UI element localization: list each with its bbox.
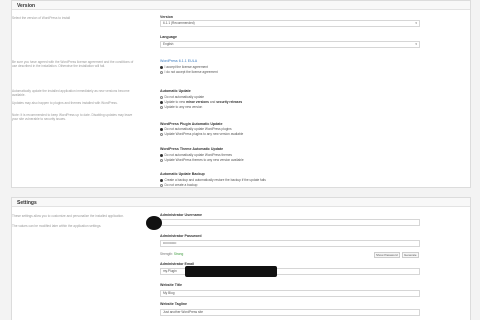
website-title-label: Website Title bbox=[160, 283, 183, 287]
version-label: Version bbox=[160, 15, 173, 19]
language-select[interactable]: English ▾ bbox=[160, 41, 420, 48]
auto-update-option-none-label: Do not automatically update bbox=[164, 95, 205, 99]
admin-username-label: Administrator Username bbox=[160, 213, 202, 217]
language-select-value: English bbox=[163, 42, 174, 46]
show-password-button[interactable]: Show Password bbox=[374, 252, 400, 258]
version-description: Select the version of WordPress to insta… bbox=[12, 16, 71, 20]
auto-update-description-2: Updates may also happen to plugins and t… bbox=[12, 101, 118, 105]
generate-password-button[interactable]: Generate bbox=[402, 252, 419, 258]
radio-icon[interactable] bbox=[160, 70, 163, 74]
radio-icon[interactable] bbox=[160, 132, 163, 136]
password-strength-label: Strength: bbox=[160, 252, 173, 256]
admin-email-prefix: my.Plugin bbox=[163, 269, 177, 273]
radio-icon[interactable] bbox=[160, 183, 163, 187]
backup-label: Automatic Update Backup bbox=[160, 172, 205, 176]
website-title-value: My Blog bbox=[163, 291, 175, 295]
auto-update-option-none[interactable]: Do not automatically update bbox=[160, 95, 204, 99]
admin-password-label: Administrator Password bbox=[160, 234, 202, 238]
radio-icon[interactable] bbox=[160, 158, 163, 162]
password-strength: Strength: Strong bbox=[160, 252, 183, 256]
plugin-update-label: WordPress Plugin Automatic Update bbox=[160, 122, 223, 126]
auto-update-option-minor-a: Update to new bbox=[164, 100, 186, 104]
auto-update-label: Automatic Update bbox=[160, 89, 191, 93]
theme-update-label: WordPress Theme Automatic Update bbox=[160, 147, 224, 151]
auto-update-option-any-label: Update to any new version bbox=[164, 105, 203, 109]
backup-option-none-label: Do not create a backup bbox=[164, 183, 198, 187]
radio-icon[interactable] bbox=[160, 127, 163, 131]
redacted-username bbox=[146, 216, 162, 230]
license-description: Be sure you have agreed with the WordPre… bbox=[12, 60, 134, 69]
backup-option-none[interactable]: Do not create a backup bbox=[160, 183, 197, 187]
settings-description-2: The values can be modified later within … bbox=[12, 224, 102, 228]
backup-option-create-label: Create a backup and automatically restor… bbox=[164, 178, 266, 182]
radio-icon[interactable] bbox=[160, 153, 163, 157]
version-section-title: Version bbox=[17, 3, 36, 9]
admin-username-input[interactable] bbox=[160, 219, 420, 226]
radio-icon[interactable] bbox=[160, 105, 163, 109]
license-accept-label: I accept the license agreement bbox=[164, 65, 208, 69]
license-accept-option[interactable]: I accept the license agreement bbox=[160, 65, 208, 69]
plugin-update-option-none[interactable]: Do not automatically update WordPress pl… bbox=[160, 127, 232, 131]
auto-update-option-minor[interactable]: Update to new minor versions and securit… bbox=[160, 100, 243, 104]
chevron-down-icon: ▾ bbox=[415, 42, 417, 46]
password-strength-value: Strong bbox=[173, 252, 184, 256]
website-tagline-input[interactable]: Just another WordPress site bbox=[160, 309, 420, 316]
license-decline-label: I do not accept the license agreement bbox=[164, 70, 218, 74]
license-decline-option[interactable]: I do not accept the license agreement bbox=[160, 70, 218, 74]
plugin-update-option-any[interactable]: Update WordPress plugins to any new vers… bbox=[160, 132, 243, 136]
auto-update-option-any[interactable]: Update to any new version bbox=[160, 105, 202, 109]
radio-icon[interactable] bbox=[160, 95, 163, 99]
radio-icon[interactable] bbox=[160, 100, 163, 104]
auto-update-option-minor-c: and bbox=[209, 100, 216, 104]
auto-update-option-minor-d: security releases bbox=[216, 100, 243, 104]
theme-update-option-any-label: Update WordPress themes to any new versi… bbox=[164, 158, 244, 162]
theme-update-option-any[interactable]: Update WordPress themes to any new versi… bbox=[160, 158, 244, 162]
redacted-email bbox=[185, 266, 277, 277]
website-tagline-value: Just another WordPress site bbox=[163, 310, 203, 314]
theme-update-option-none[interactable]: Do not automatically update WordPress th… bbox=[160, 153, 232, 157]
backup-option-create[interactable]: Create a backup and automatically restor… bbox=[160, 178, 266, 182]
admin-password-value: •••••••••••• bbox=[163, 241, 177, 245]
auto-update-description-1: Automatically update the installed appli… bbox=[12, 89, 130, 98]
settings-description-1: These settings allow you to customize an… bbox=[12, 214, 124, 218]
radio-icon[interactable] bbox=[160, 65, 163, 69]
plugin-update-option-none-label: Do not automatically update WordPress pl… bbox=[164, 127, 232, 131]
version-panel-header: Version bbox=[12, 1, 470, 10]
settings-panel-header: Settings bbox=[12, 198, 470, 207]
plugin-update-option-any-label: Update WordPress plugins to any new vers… bbox=[164, 132, 244, 136]
website-title-input[interactable]: My Blog bbox=[160, 290, 420, 297]
version-select[interactable]: 6.1.1 (Recommended) ▾ bbox=[160, 20, 420, 27]
radio-icon[interactable] bbox=[160, 178, 163, 182]
settings-section-title: Settings bbox=[17, 200, 37, 206]
auto-update-description-3: Note: It is recommended to keep WordPres… bbox=[12, 113, 133, 122]
license-link[interactable]: WordPress 6.1.1 EULA bbox=[160, 59, 197, 63]
website-tagline-label: Website Tagline bbox=[160, 302, 188, 306]
auto-update-option-minor-b: minor versions bbox=[186, 100, 209, 104]
admin-password-input[interactable]: •••••••••••• bbox=[160, 240, 420, 247]
theme-update-option-none-label: Do not automatically update WordPress th… bbox=[164, 153, 232, 157]
version-select-value: 6.1.1 (Recommended) bbox=[163, 21, 195, 25]
chevron-down-icon: ▾ bbox=[415, 21, 417, 25]
language-label: Language bbox=[160, 35, 177, 39]
